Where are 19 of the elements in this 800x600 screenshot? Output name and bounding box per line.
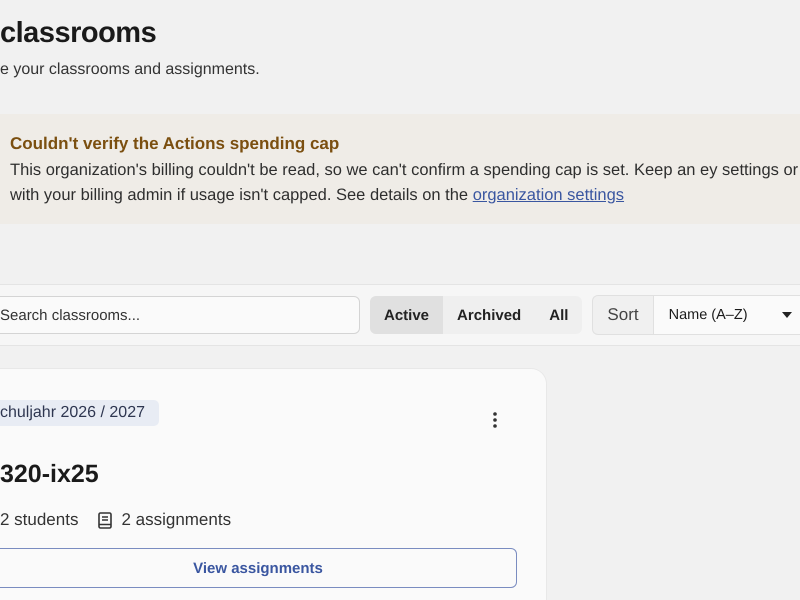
banner-text: This organization's billing couldn't be read, so we can't confirm a spending cap is set. Keep an ey settings or with your billing admin if usage isn't capped. See details on the organization settings [10, 160, 800, 206]
settings-link[interactable]: organization settings [472, 186, 624, 204]
view-assignments-button[interactable]: View assignments [0, 548, 517, 588]
banner-title: Couldn't verify the Actions spending cap [10, 133, 340, 155]
document-icon [98, 512, 112, 528]
more-options-icon[interactable] [493, 412, 497, 428]
sort-label: Sort [606, 304, 640, 326]
student-count: 2 students [0, 510, 78, 530]
page-subtitle: e your classrooms and assignments. [0, 60, 261, 80]
caret-icon [782, 312, 792, 318]
filter-tab[interactable]: Active [370, 296, 444, 334]
page-title: classrooms [0, 16, 158, 51]
filter-tab[interactable]: Archived [443, 296, 536, 334]
filter-tab[interactable]: All [535, 296, 582, 334]
search-field[interactable]: Search classrooms... [0, 296, 360, 334]
classroom-name: 320-ix25 [0, 459, 100, 490]
sort-dropdown[interactable]: Name (A–Z) [652, 296, 800, 334]
assignment-count: 2 assignments [121, 510, 232, 530]
term-tag: chuljahr 2026 / 2027 [0, 400, 159, 426]
